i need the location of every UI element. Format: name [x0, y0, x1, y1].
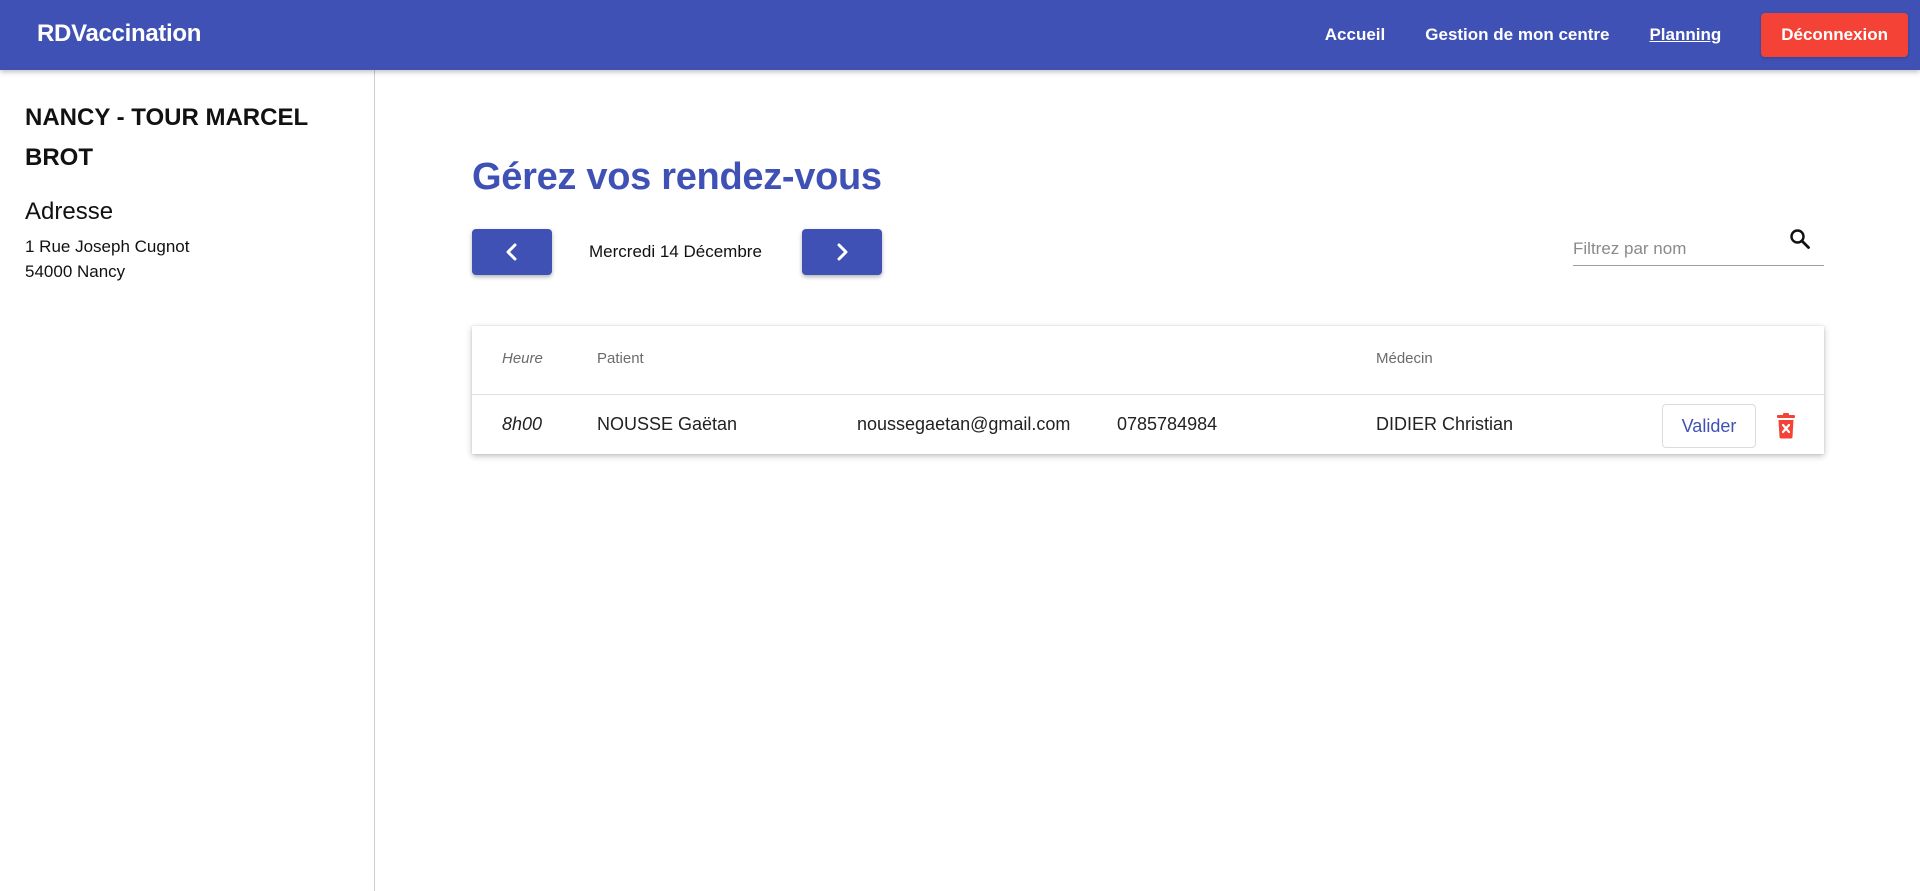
address-city: 54000 Nancy: [25, 262, 126, 281]
nav-link-accueil[interactable]: Accueil: [1325, 25, 1385, 45]
appointments-table: Heure Patient Médecin 8h00 NOUSSE Gaëtan…: [472, 326, 1824, 454]
search-icon[interactable]: [1788, 227, 1812, 251]
name-filter: [1573, 229, 1824, 266]
table-row: 8h00 NOUSSE Gaëtan noussegaetan@gmail.co…: [472, 395, 1824, 454]
logout-button[interactable]: Déconnexion: [1761, 13, 1908, 57]
date-navigation: Mercredi 14 Décembre: [472, 229, 1824, 275]
center-name: NANCY - TOUR MARCEL BROT: [25, 104, 308, 171]
center-sidebar: NANCY - TOUR MARCEL BROT Adresse 1 Rue J…: [0, 70, 375, 891]
patient-email: noussegaetan@gmail.com: [857, 414, 1071, 434]
top-navbar: RDVaccination Accueil Gestion de mon cen…: [0, 0, 1920, 70]
previous-day-button[interactable]: [472, 229, 552, 275]
appointment-time: 8h00: [502, 414, 543, 434]
page-title: Gérez vos rendez-vous: [472, 156, 882, 198]
address-street: 1 Rue Joseph Cugnot: [25, 237, 190, 256]
main-nav: Accueil Gestion de mon centre Planning D…: [1325, 13, 1908, 57]
patient-phone: 0785784984: [1117, 414, 1218, 434]
table-header: Heure Patient Médecin: [472, 326, 1824, 395]
trash-icon[interactable]: [1774, 413, 1798, 439]
validate-button[interactable]: Valider: [1662, 404, 1756, 448]
chevron-right-icon: [837, 243, 848, 261]
nav-link-gestion-centre[interactable]: Gestion de mon centre: [1425, 25, 1609, 45]
next-day-button[interactable]: [802, 229, 882, 275]
chevron-left-icon: [506, 243, 517, 261]
doctor-name: DIDIER Christian: [1376, 414, 1514, 434]
patient-name: NOUSSE Gaëtan: [597, 414, 738, 434]
address-heading: Adresse: [25, 198, 114, 225]
address-block: 1 Rue Joseph Cugnot 54000 Nancy: [25, 234, 349, 284]
column-header-medecin: Médecin: [1376, 350, 1433, 367]
current-date: Mercredi 14 Décembre: [589, 242, 762, 261]
column-header-heure: Heure: [502, 350, 543, 367]
column-header-patient: Patient: [597, 350, 644, 367]
name-filter-input[interactable]: [1573, 237, 1783, 261]
brand-logo[interactable]: RDVaccination: [37, 20, 201, 48]
nav-link-planning[interactable]: Planning: [1649, 25, 1721, 45]
